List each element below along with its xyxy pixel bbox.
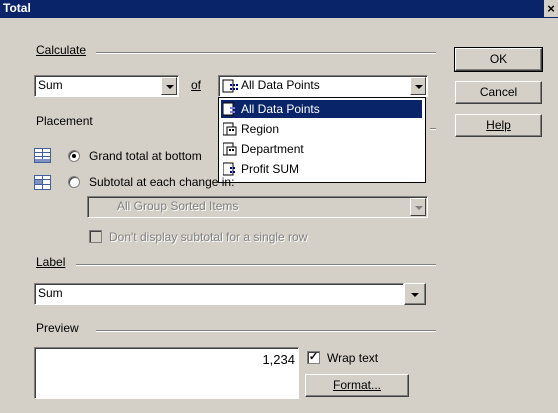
subtotal-radio[interactable] [68,176,80,188]
function-dropdown-button[interactable] [161,77,177,95]
wrap-text-checkbox[interactable]: ✓ [307,351,320,364]
dont-display-label: Don't display subtotal for a single row [109,230,308,244]
help-button[interactable]: Help [455,114,542,137]
placement-label: Placement [36,114,93,128]
dropdown-item-profit-sum[interactable]: Profit SUM [221,160,422,178]
subtotal-field-value: All Group Sorted Items [117,199,239,213]
subtotal-icon [34,175,51,190]
label-section-label: Label [36,255,65,269]
grand-total-radio[interactable] [68,150,80,162]
help-button-label: Help [486,118,511,132]
label-input[interactable]: Sum [34,283,404,305]
dropdown-item-label: All Data Points [241,102,320,116]
subtotal-label: Subtotal at each change in: [89,175,235,189]
ok-button[interactable]: OK [454,47,543,72]
data-points-icon [223,102,235,116]
cancel-button[interactable]: Cancel [455,81,542,104]
data-points-icon [223,162,235,176]
dropdown-item-label: Profit SUM [241,162,300,176]
target-select-value: All Data Points [241,78,320,92]
target-select[interactable]: All Data Points [218,75,428,97]
label-divider [76,264,436,266]
grand-total-icon [34,148,51,163]
label-dropdown-button[interactable] [404,283,426,305]
dont-display-checkbox [89,230,102,243]
preview-box: 1,234 [34,347,299,399]
format-button[interactable]: Format... [305,374,409,397]
function-select[interactable]: Sum [34,75,179,97]
dropdown-item-all-data-points[interactable]: All Data Points [221,100,422,118]
dropdown-item-label: Department [241,142,304,156]
preview-divider [96,330,436,332]
dropdown-item-department[interactable]: Department [221,140,422,158]
calculate-divider [96,52,436,54]
title-bar: Total [0,0,558,18]
format-button-label: Format... [332,378,381,392]
function-select-value: Sum [38,78,63,92]
of-label: of [191,78,201,92]
calculate-label-text: Calculate [36,43,87,57]
dropdown-item-label: Region [241,122,280,136]
subtotal-field-select: All Group Sorted Items [87,196,428,218]
target-dropdown-list[interactable]: All Data Points Region Department Profit… [218,97,426,183]
label-section-label-text: Label [36,255,66,269]
label-input-value: Sum [38,286,63,300]
of-label-text: of [191,78,202,92]
close-button[interactable]: × [544,0,558,17]
subtotal-dropdown-button [410,198,426,216]
calculate-label: Calculate [36,43,86,57]
dropdown-item-region[interactable]: Region [221,120,422,138]
chevron-down-icon [411,293,419,297]
placement-divider [430,128,436,130]
target-dropdown-button[interactable] [410,77,426,95]
group-icon [223,142,237,156]
preview-label: Preview [36,321,79,335]
preview-value: 1,234 [262,352,295,367]
grand-total-label: Grand total at bottom [89,149,202,163]
window-title: Total [3,1,31,15]
wrap-text-label: Wrap text [327,351,379,365]
data-points-icon [222,79,238,93]
group-icon [223,122,237,136]
